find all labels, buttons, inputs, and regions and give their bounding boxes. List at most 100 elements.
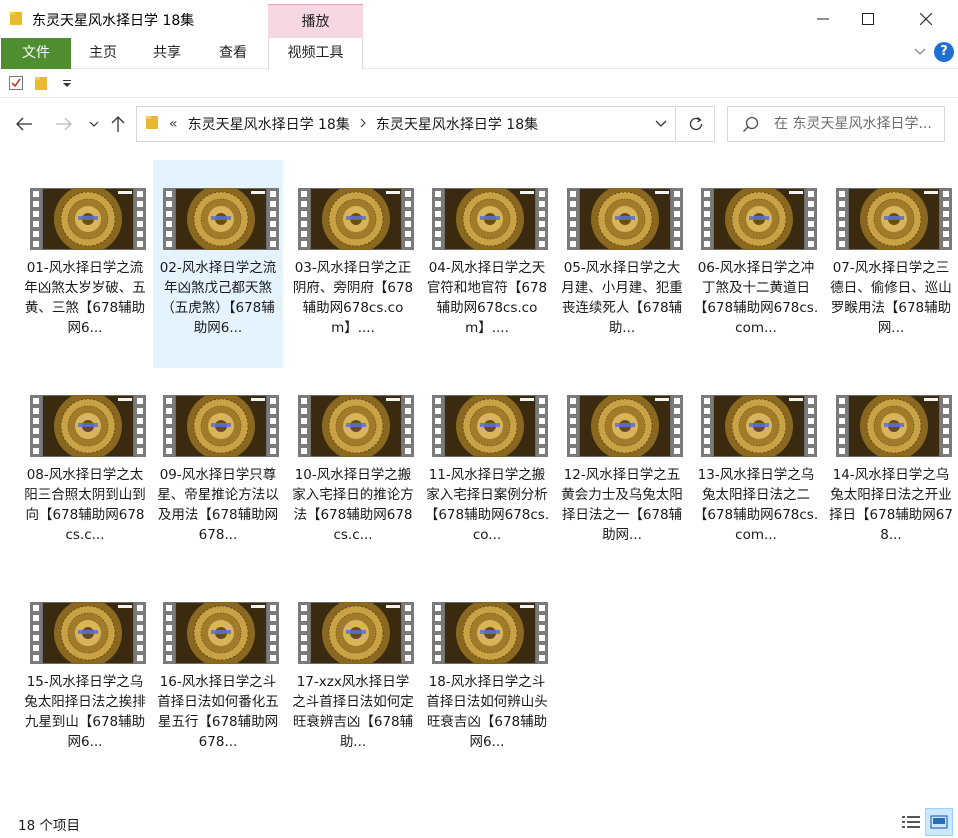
video-thumbnail-image — [432, 185, 548, 253]
video-thumbnail — [567, 392, 683, 460]
breadcrumb-item[interactable]: 东灵天星风水择日学 18集 — [188, 114, 350, 134]
file-name: 12-风水择日学之五黄会力士及乌兔太阳择日法之一【678辅助网... — [561, 467, 683, 543]
video-thumbnail — [701, 185, 817, 253]
large-icons-view-icon — [930, 815, 948, 829]
video-thumbnail — [30, 392, 146, 460]
properties-icon[interactable] — [8, 75, 24, 95]
video-thumbnail — [163, 185, 279, 253]
video-thumbnail-image — [298, 599, 414, 667]
file-name: 14-风水择日学之乌兔太阳择日法之开业择日【678辅助网678... — [829, 467, 953, 543]
file-item[interactable]: 09-风水择日学只尊星、帝星推论方法以及用法【678辅助网678... — [153, 367, 283, 575]
breadcrumb-item[interactable]: 东灵天星风水择日学 18集 — [376, 114, 538, 134]
context-tab-play[interactable]: 播放 — [268, 4, 363, 38]
tab-share[interactable]: 共享 — [142, 38, 192, 69]
file-name: 17-xzx风水择日学之斗首择日法如何定旺衰辨吉凶【678辅助... — [292, 674, 414, 750]
arrow-up-icon — [111, 116, 125, 132]
qat-customize-icon[interactable] — [62, 78, 72, 93]
tab-view[interactable]: 查看 — [208, 38, 258, 69]
file-item[interactable]: 08-风水择日学之太阳三合照太阴到山到向【678辅助网678cs.c... — [20, 367, 150, 575]
title-bar: 东灵天星风水择日学 18集 播放 — [0, 0, 958, 38]
video-thumbnail-image — [567, 392, 683, 460]
file-item[interactable]: 15-风水择日学之乌兔太阳择日法之挨排九星到山【678辅助网6... — [20, 574, 150, 782]
video-thumbnail — [30, 185, 146, 253]
large-icons-view-button[interactable] — [925, 808, 953, 836]
refresh-button[interactable] — [677, 106, 715, 142]
video-thumbnail-image — [836, 392, 952, 460]
details-view-button[interactable] — [897, 808, 925, 836]
breadcrumb-overflow[interactable]: « — [169, 116, 178, 132]
forward-button[interactable] — [52, 112, 76, 136]
chevron-down-icon — [655, 120, 667, 127]
address-dropdown-button[interactable] — [655, 117, 667, 132]
tab-share-label: 共享 — [153, 45, 181, 61]
video-thumbnail — [836, 185, 952, 253]
video-thumbnail — [30, 599, 146, 667]
file-name: 13-风水择日学之乌兔太阳择日法之二【678辅助网678cs.com... — [693, 467, 819, 543]
video-thumbnail — [163, 392, 279, 460]
help-icon[interactable]: ? — [934, 42, 954, 62]
file-name: 06-风水择日学之冲丁煞及十二黄道日【678辅助网678cs.com... — [693, 260, 819, 336]
file-item[interactable]: 10-风水择日学之搬家入宅择日的推论方法【678辅助网678cs.c... — [288, 367, 418, 575]
file-item[interactable]: 02-风水择日学之流年凶煞戊己都天煞（五虎煞）【678辅助网6... — [153, 160, 283, 368]
video-thumbnail — [701, 392, 817, 460]
video-thumbnail-image — [567, 185, 683, 253]
status-bar: 18 个项目 — [0, 808, 958, 838]
chevron-down-icon — [914, 48, 926, 55]
file-item[interactable]: 07-风水择日学之三德日、偷修日、巡山罗睺用法【678辅助网... — [826, 160, 956, 368]
file-name: 10-风水择日学之搬家入宅择日的推论方法【678辅助网678cs.c... — [292, 467, 414, 543]
file-item[interactable]: 16-风水择日学之斗首择日法如何番化五星五行【678辅助网678... — [153, 574, 283, 782]
file-item[interactable]: 05-风水择日学之大月建、小月建、犯重丧连续死人【678辅助... — [557, 160, 687, 368]
video-thumbnail-image — [298, 392, 414, 460]
video-thumbnail-image — [701, 392, 817, 460]
video-thumbnail — [567, 185, 683, 253]
refresh-icon — [689, 117, 702, 131]
ribbon-expand-button[interactable] — [914, 45, 926, 60]
chevron-down-icon — [89, 121, 99, 127]
file-item[interactable]: 18-风水择日学之斗首择日法如何辨山头旺衰吉凶【678辅助网6... — [422, 574, 552, 782]
file-name: 04-风水择日学之天官符和地官符【678辅助网678cs.com】.... — [426, 260, 548, 336]
video-thumbnail-image — [432, 599, 548, 667]
tab-view-label: 查看 — [219, 45, 247, 61]
search-input[interactable] — [774, 113, 942, 135]
file-item[interactable]: 12-风水择日学之五黄会力士及乌兔太阳择日法之一【678辅助网... — [557, 367, 687, 575]
video-thumbnail — [298, 392, 414, 460]
ribbon-controls: ? — [914, 42, 954, 62]
new-folder-icon[interactable] — [34, 75, 48, 95]
file-item[interactable]: 03-风水择日学之正阴府、旁阴府【678辅助网678cs.com】.... — [288, 160, 418, 368]
address-bar[interactable]: « 东灵天星风水择日学 18集 东灵天星风水择日学 18集 — [136, 106, 676, 142]
recent-locations-button[interactable] — [82, 112, 106, 136]
up-button[interactable] — [106, 112, 130, 136]
window-title: 东灵天星风水择日学 18集 — [32, 13, 195, 29]
video-thumbnail — [163, 599, 279, 667]
file-item[interactable]: 14-风水择日学之乌兔太阳择日法之开业择日【678辅助网678... — [826, 367, 956, 575]
quick-access-toolbar — [0, 70, 958, 98]
tab-file[interactable]: 文件 — [1, 38, 71, 69]
back-button[interactable] — [12, 112, 36, 136]
arrow-right-icon — [56, 117, 72, 131]
video-thumbnail — [836, 392, 952, 460]
file-item[interactable]: 06-风水择日学之冲丁煞及十二黄道日【678辅助网678cs.com... — [691, 160, 821, 368]
file-item[interactable]: 04-风水择日学之天官符和地官符【678辅助网678cs.com】.... — [422, 160, 552, 368]
minimize-icon — [817, 18, 829, 20]
context-tab-label: 播放 — [301, 14, 330, 30]
search-icon — [742, 116, 760, 138]
tab-home[interactable]: 主页 — [78, 38, 128, 69]
video-thumbnail-image — [163, 599, 279, 667]
video-thumbnail-image — [432, 392, 548, 460]
file-item[interactable]: 01-风水择日学之流年凶煞太岁岁破、五黄、三煞【678辅助网6... — [20, 160, 150, 368]
file-item[interactable]: 11-风水择日学之搬家入宅择日案例分析【678辅助网678cs.co... — [422, 367, 552, 575]
maximize-button[interactable] — [841, 0, 895, 38]
search-box[interactable] — [727, 106, 945, 142]
tab-file-label: 文件 — [22, 45, 50, 61]
file-name: 09-风水择日学只尊星、帝星推论方法以及用法【678辅助网678... — [157, 467, 279, 543]
details-view-icon — [902, 816, 920, 828]
video-thumbnail — [432, 185, 548, 253]
file-item[interactable]: 13-风水择日学之乌兔太阳择日法之二【678辅助网678cs.com... — [691, 367, 821, 575]
file-name: 03-风水择日学之正阴府、旁阴府【678辅助网678cs.com】.... — [292, 260, 414, 336]
chevron-right-icon[interactable] — [360, 116, 366, 132]
tab-video-tools-label: 视频工具 — [287, 45, 344, 61]
file-item[interactable]: 17-xzx风水择日学之斗首择日法如何定旺衰辨吉凶【678辅助... — [288, 574, 418, 782]
tab-video-tools[interactable]: 视频工具 — [268, 38, 363, 69]
file-name: 07-风水择日学之三德日、偷修日、巡山罗睺用法【678辅助网... — [830, 260, 952, 336]
close-button[interactable] — [899, 0, 953, 38]
